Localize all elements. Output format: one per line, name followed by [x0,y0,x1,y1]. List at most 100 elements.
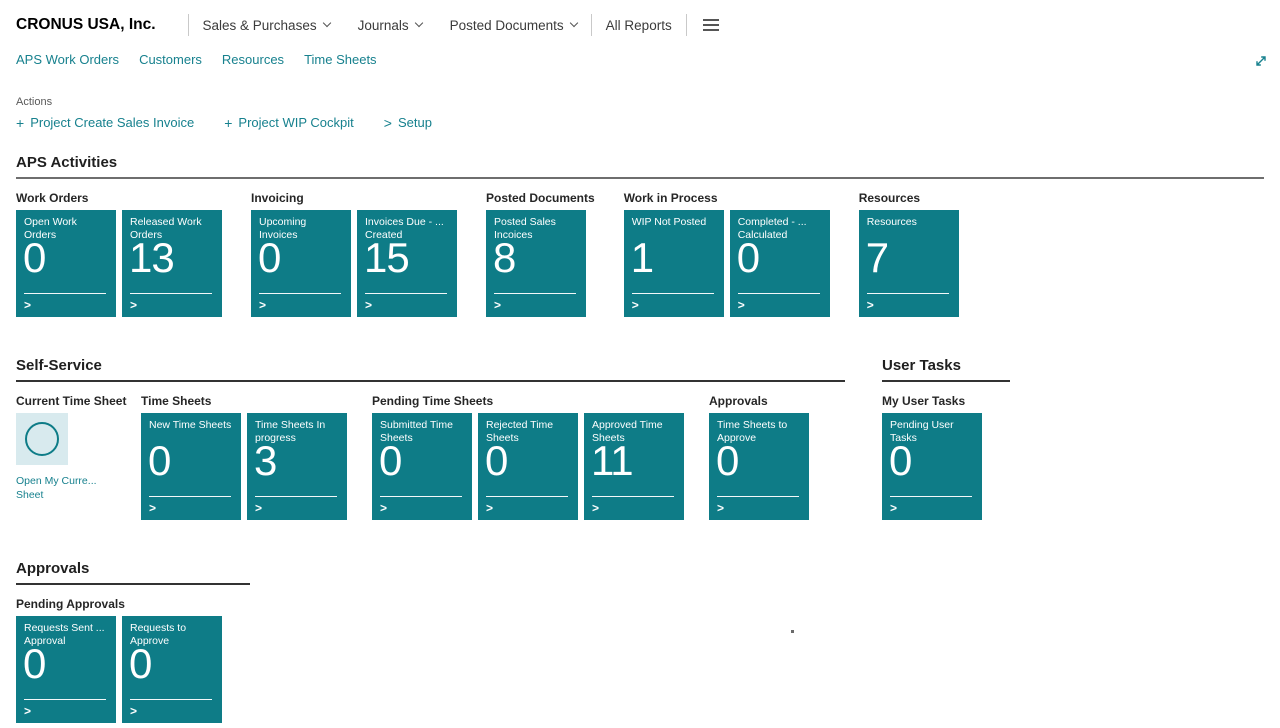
cue-tile-requests-to-approve[interactable]: Requests to Approve0> [122,616,222,723]
nav-item-journals[interactable]: Journals [358,18,422,33]
cue-group-approvals: ApprovalsTime Sheets to Approve0> [709,394,809,520]
tile-divider [867,293,949,294]
cue-tile-invoices-due-created[interactable]: Invoices Due - ... Created15> [357,210,457,317]
cue-tile-value: 0 [716,440,738,482]
tiles-row: Upcoming Invoices0>Invoices Due - ... Cr… [251,210,457,317]
chevron-right-icon: > [384,116,392,130]
section-rule [16,177,1264,179]
chevron-right-icon: > [890,501,897,515]
tile-divider [738,293,820,294]
chevron-right-icon: > [380,501,387,515]
chevron-right-icon: > [130,298,137,312]
hamburger-menu-icon[interactable] [701,15,721,35]
nav-item-sales-purchases[interactable]: Sales & Purchases [203,18,330,33]
cue-tile-rejected-time-sheets[interactable]: Rejected Time Sheets0> [478,413,578,520]
action-setup[interactable]: >Setup [384,115,432,130]
cue-tile-value: 13 [129,237,174,279]
nav-divider [591,14,592,36]
subnav-item-resources[interactable]: Resources [222,52,284,67]
tiles-row: New Time Sheets0>Time Sheets In progress… [141,413,347,520]
tile-divider [632,293,714,294]
chevron-down-icon [322,19,330,27]
actions-label: Actions [16,96,1264,108]
group-label: Time Sheets [141,394,347,408]
tile-divider [365,293,447,294]
current-time-sheet-tile[interactable] [16,413,68,465]
company-name[interactable]: CRONUS USA, Inc. [16,16,156,34]
chevron-right-icon: > [632,298,639,312]
tiles-row: Open Work Orders0>Released Work Orders13… [16,210,222,317]
groups-row: Pending ApprovalsRequests Sent ... Appro… [16,597,250,723]
cue-tile-time-sheets-to-approve[interactable]: Time Sheets to Approve0> [709,413,809,520]
cue-tile-wip-not-posted[interactable]: WIP Not Posted1> [624,210,724,317]
chevron-down-icon [414,19,422,27]
chevron-right-icon: > [24,704,31,718]
subnav-item-time-sheets[interactable]: Time Sheets [304,52,377,67]
circle-icon [25,422,59,456]
nav-item-all-reports[interactable]: All Reports [606,18,672,33]
tiles-row: Requests Sent ... Approval0>Requests to … [16,616,222,723]
cue-tile-pending-user-tasks[interactable]: Pending User Tasks0> [882,413,982,520]
subnav-item-customers[interactable]: Customers [139,52,202,67]
open-current-time-sheet-link[interactable]: Open My Curre... Sheet [16,474,116,502]
section-self-service: Self-Service Current Time SheetOpen My C… [16,357,845,520]
artifact-dot [791,630,794,633]
cue-tile-upcoming-invoices[interactable]: Upcoming Invoices0> [251,210,351,317]
cue-group-work-orders: Work OrdersOpen Work Orders0>Released Wo… [16,191,222,317]
cue-tile-completed-calculated[interactable]: Completed - ... Calculated0> [730,210,830,317]
tile-divider [717,496,799,497]
cue-tile-value: 3 [254,440,276,482]
tile-divider [24,699,106,700]
chevron-right-icon: > [494,298,501,312]
tile-divider [259,293,341,294]
tiles-row: Pending User Tasks0> [882,413,982,520]
cue-tile-open-work-orders[interactable]: Open Work Orders0> [16,210,116,317]
cue-tile-approved-time-sheets[interactable]: Approved Time Sheets11> [584,413,684,520]
chevron-right-icon: > [867,298,874,312]
chevron-right-icon: > [738,298,745,312]
tiles-row: Time Sheets to Approve0> [709,413,809,520]
nav-item-posted-documents[interactable]: Posted Documents [450,18,577,33]
group-label: Resources [859,191,959,205]
cue-tile-time-sheets-in-progress[interactable]: Time Sheets In progress3> [247,413,347,520]
group-label: Posted Documents [486,191,595,205]
cue-tile-released-work-orders[interactable]: Released Work Orders13> [122,210,222,317]
section-title: Self-Service [16,357,845,374]
action-label: Project WIP Cockpit [238,115,353,130]
cue-tile-resources[interactable]: Resources7> [859,210,959,317]
tile-divider [890,496,972,497]
groups-row: Current Time SheetOpen My Curre... Sheet… [16,394,845,520]
group-label: Work Orders [16,191,222,205]
cue-tile-value: 1 [631,237,653,279]
cue-tile-value: 0 [23,237,45,279]
cue-group-my-user-tasks: My User Tasks Pending User Tasks0> [882,394,982,520]
cue-tile-value: 15 [364,237,409,279]
chevron-right-icon: > [24,298,31,312]
cue-tile-value: 0 [485,440,507,482]
chevron-down-icon [569,19,577,27]
cue-tile-requests-sent-approval[interactable]: Requests Sent ... Approval0> [16,616,116,723]
cue-tile-value: 0 [379,440,401,482]
action-label: Project Create Sales Invoice [30,115,194,130]
cue-tile-new-time-sheets[interactable]: New Time Sheets0> [141,413,241,520]
chevron-right-icon: > [259,298,266,312]
action-project-wip-cockpit[interactable]: +Project WIP Cockpit [224,115,354,130]
action-project-create-sales-invoice[interactable]: +Project Create Sales Invoice [16,115,194,130]
cue-tile-value: 0 [258,237,280,279]
cue-tile-value: 0 [23,643,45,685]
cue-tile-label: New Time Sheets [149,419,237,432]
chevron-right-icon: > [486,501,493,515]
group-label: My User Tasks [882,394,982,408]
main-nav: Sales & Purchases Journals Posted Docume… [203,18,577,33]
section-rule [16,583,250,585]
cue-group-work-in-process: Work in ProcessWIP Not Posted1>Completed… [624,191,830,317]
expand-diagonal-icon[interactable] [1254,54,1268,73]
top-navigation-bar: CRONUS USA, Inc. Sales & Purchases Journ… [16,8,1264,42]
cue-tile-posted-sales-incoices[interactable]: Posted Sales Incoices8> [486,210,586,317]
tiles-row: WIP Not Posted1>Completed - ... Calculat… [624,210,830,317]
cue-group-posted-documents: Posted Documents Posted Sales Incoices8> [486,191,595,317]
cue-tile-submitted-time-sheets[interactable]: Submitted Time Sheets0> [372,413,472,520]
subnav-item-aps-work-orders[interactable]: APS Work Orders [16,52,119,67]
actions-row: +Project Create Sales Invoice +Project WI… [16,115,1264,130]
chevron-right-icon: > [149,501,156,515]
